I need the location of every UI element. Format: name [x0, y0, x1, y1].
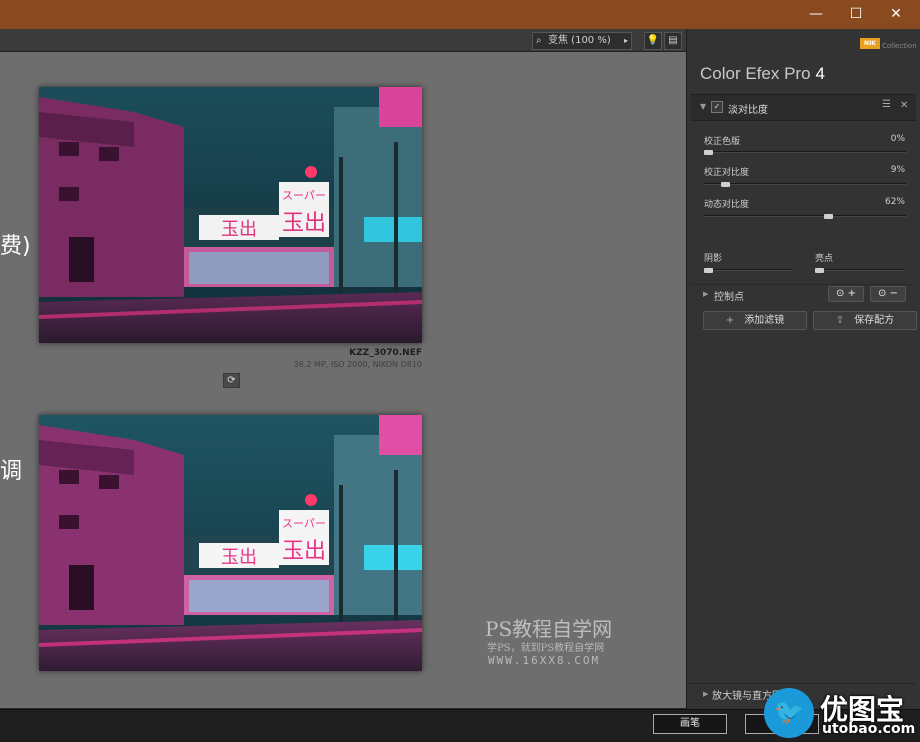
nik-collection-label: Collection	[882, 42, 917, 50]
save-recipe-icon: ⇪	[835, 315, 845, 326]
slider-thumb-shadows[interactable]	[704, 268, 713, 273]
edge-text-2: 调	[0, 459, 23, 484]
brand-domain: utobao.com	[822, 721, 916, 737]
minimize-button[interactable]: —	[796, 0, 836, 29]
swap-compare-button[interactable]: ⟳	[223, 373, 240, 388]
nik-badge: NIK	[860, 38, 880, 49]
save-recipe-button[interactable]: ⇪ 保存配方	[813, 311, 917, 330]
watermark-url: WWW.16XX8.COM	[488, 654, 601, 667]
remove-control-point-button[interactable]: ⊙ −	[870, 286, 906, 302]
slider-track-highlights[interactable]	[815, 269, 905, 271]
bulb-icon[interactable]: 💡	[644, 32, 662, 50]
svg-text:スーパー: スーパー	[282, 189, 326, 202]
layout-icon[interactable]: ▤	[664, 32, 682, 50]
panel-title: Color Efex Pro 4	[700, 64, 826, 83]
zoom-label: 变焦 (100 %)	[548, 35, 611, 46]
brand-watermark: 🐦 优图宝 utobao.com	[764, 686, 920, 741]
slider-track-dynamic-contrast[interactable]	[704, 215, 906, 217]
slider-value-color-correct: 0%	[890, 134, 905, 144]
slider-label-dynamic-contrast: 动态对比度	[704, 200, 750, 210]
window-titlebar: — ☐ ✕	[0, 0, 920, 29]
svg-text:玉出: 玉出	[282, 211, 326, 236]
plus-icon: +	[725, 315, 735, 326]
slider-thumb-color-correct[interactable]	[704, 150, 713, 155]
original-photo: スーパー 玉出 玉出	[39, 87, 422, 343]
collapse-triangle-icon[interactable]: ▼	[700, 102, 706, 111]
preview-toolbar: ⌕ 变焦 (100 %) ▸ 💡 ▤	[0, 29, 686, 52]
svg-text:玉出: 玉出	[221, 219, 257, 240]
close-window-button[interactable]: ✕	[876, 0, 916, 29]
slider-thumb-highlights[interactable]	[815, 268, 824, 273]
slider-label-contrast-correct: 校正对比度	[704, 168, 750, 178]
bird-icon: 🐦	[774, 698, 804, 726]
slider-track-color-correct[interactable]	[704, 151, 906, 153]
control-points-label: 控制点	[714, 292, 744, 303]
photo-info: 36.2 MP, ISO 2000, NIKON D810	[293, 360, 422, 369]
night-street-scene-preview: スーパー 玉出 玉出	[39, 415, 422, 671]
panel-version: 4	[815, 64, 826, 83]
add-filter-button[interactable]: + 添加滤镜	[703, 311, 807, 330]
slider-value-contrast-correct: 9%	[890, 165, 905, 175]
watermark-title: PS教程自学网	[485, 617, 613, 641]
slider-label-highlights: 亮点	[815, 254, 834, 264]
svg-text:スーパー: スーパー	[282, 517, 326, 530]
preview-photo: スーパー 玉出 玉出	[39, 415, 422, 671]
filter-name: 淡对比度	[728, 105, 768, 116]
filter-panel	[686, 29, 920, 709]
slider-track-shadows[interactable]	[704, 269, 792, 271]
add-control-point-button[interactable]: ⊙ +	[828, 286, 864, 302]
photo-filename: KZZ_3070.NEF	[349, 348, 422, 358]
slider-label-shadows: 阴影	[704, 254, 723, 264]
refresh-icon: ⟳	[227, 375, 236, 386]
svg-text:玉出: 玉出	[282, 539, 326, 564]
filter-menu-icon[interactable]: ☰	[882, 99, 891, 110]
slider-track-contrast-correct[interactable]	[704, 183, 906, 185]
magnifier-icon: ⌕	[536, 35, 542, 46]
zoom-dropdown[interactable]: ⌕ 变焦 (100 %) ▸	[532, 32, 632, 50]
watermark-subtitle: 学PS，就到PS教程自学网	[487, 643, 605, 654]
filter-close-icon[interactable]: ✕	[900, 100, 908, 111]
control-points-row[interactable]: ▶ 控制点 ⊙ + ⊙ −	[690, 284, 916, 303]
filter-header[interactable]: ▼ ✓ 淡对比度 ☰ ✕	[690, 94, 916, 121]
chevron-right-icon: ▸	[623, 36, 628, 45]
expand-triangle-icon[interactable]: ▶	[703, 690, 708, 698]
slider-thumb-dynamic-contrast[interactable]	[823, 214, 833, 219]
slider-thumb-contrast-correct[interactable]	[721, 182, 731, 187]
filter-enable-checkbox[interactable]: ✓	[711, 101, 723, 113]
night-street-scene: スーパー 玉出 玉出	[39, 87, 422, 343]
maximize-button[interactable]: ☐	[836, 0, 876, 29]
svg-text:玉出: 玉出	[221, 547, 257, 568]
brush-button[interactable]: 画笔	[653, 714, 727, 734]
slider-label-color-correct: 校正色版	[704, 137, 741, 147]
slider-value-dynamic-contrast: 62%	[884, 197, 905, 207]
edge-text-1: 费)	[0, 234, 31, 259]
expand-triangle-icon[interactable]: ▶	[703, 290, 708, 298]
